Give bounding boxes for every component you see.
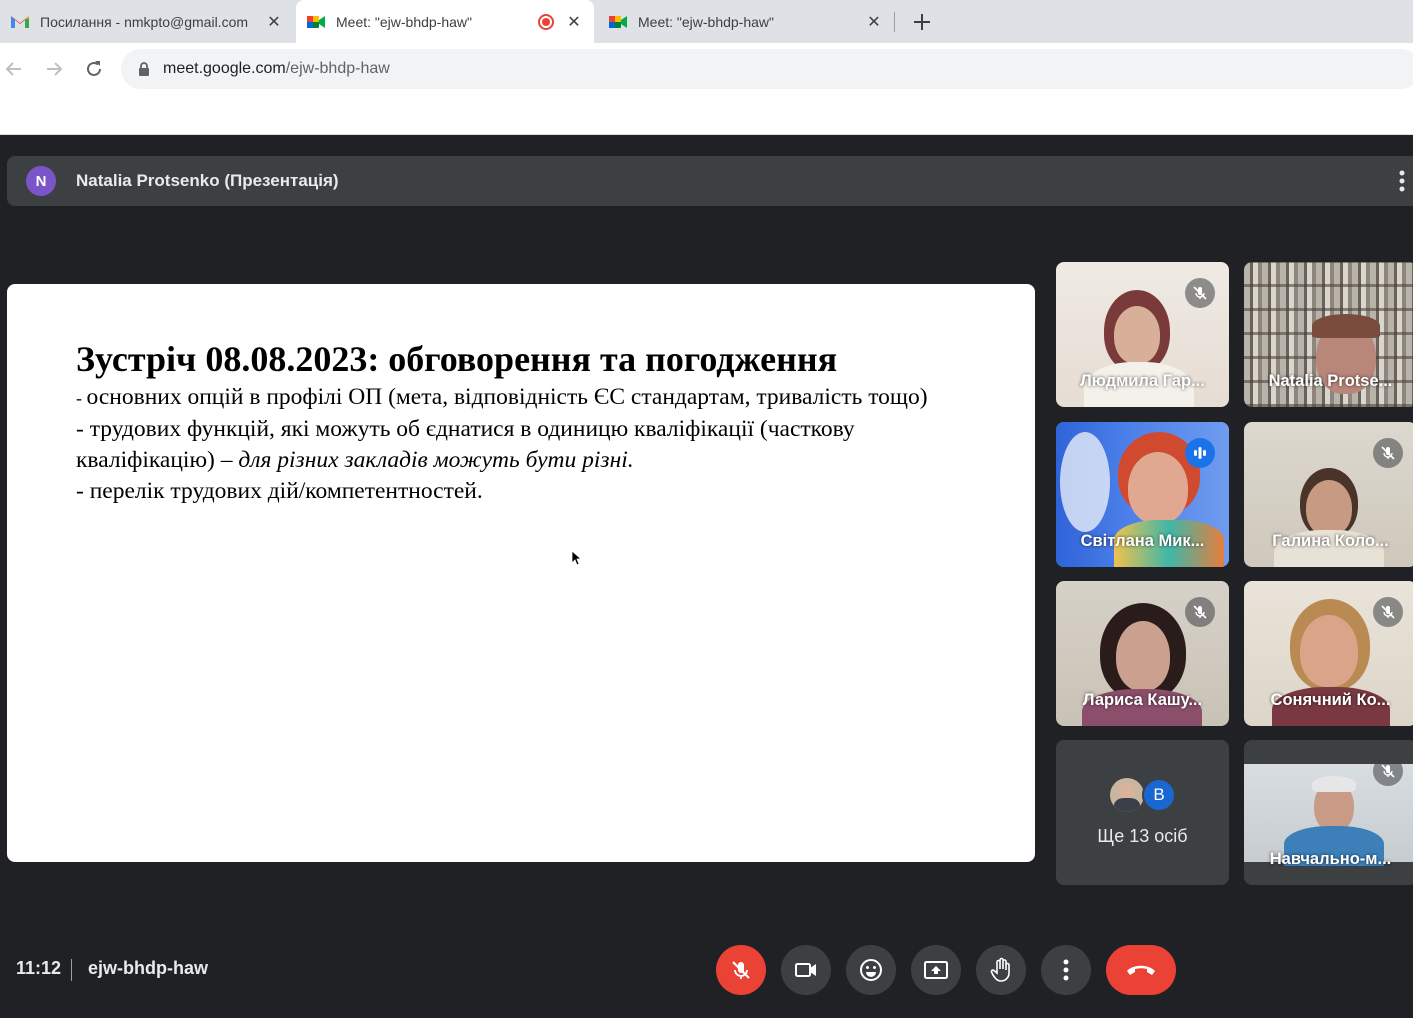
avatar: B [1142, 778, 1176, 812]
present-screen-button[interactable] [911, 945, 961, 995]
address-bar[interactable]: meet.google.com/ejw-bhdp-haw [121, 49, 1413, 89]
participant-name: Галина Коло... [1272, 532, 1389, 550]
reload-button[interactable] [80, 55, 108, 83]
gmail-icon [10, 14, 30, 30]
mic-off-icon [1373, 756, 1403, 786]
more-vert-icon [1063, 959, 1069, 981]
speaking-indicator-icon [1185, 438, 1215, 468]
reactions-button[interactable] [846, 945, 896, 995]
tab-title: Meet: "ejw-bhdp-haw" [638, 13, 775, 30]
mouse-cursor-icon [571, 550, 583, 571]
lock-icon [139, 62, 149, 76]
reload-icon [87, 61, 101, 76]
more-participants-label: Ще 13 осіб [1097, 826, 1188, 846]
meet-icon [608, 14, 628, 30]
new-tab-button[interactable] [908, 8, 936, 36]
participant-name: Світлана Мик... [1080, 532, 1205, 550]
avatar-stack: B [1110, 778, 1180, 812]
present-icon [924, 961, 948, 979]
participant-name: Людмила Гар... [1080, 372, 1205, 390]
participant-name: Natalia Protse... [1268, 372, 1393, 390]
page-top-strip [0, 95, 1413, 135]
tab-meet[interactable]: Meet: "ejw-bhdp-haw" ✕ [598, 0, 894, 43]
participant-tile[interactable]: Галина Коло... [1244, 422, 1413, 567]
close-icon[interactable]: ✕ [864, 12, 884, 32]
browser-toolbar: meet.google.com/ejw-bhdp-haw [0, 43, 1413, 95]
url-text: meet.google.com/ejw-bhdp-haw [163, 60, 390, 77]
participant-name: Навчально-м... [1269, 850, 1392, 868]
tab-title: Посилання - nmkpto@gmail.com [40, 13, 249, 30]
participant-tile[interactable]: Світлана Мик... [1056, 422, 1229, 567]
toggle-mic-button[interactable] [716, 945, 766, 995]
meeting-time: 11:12 [16, 958, 62, 978]
slide-line: - основних опцій в профілі ОП (мета, від… [76, 384, 928, 410]
participant-name: Лариса Кашу... [1082, 691, 1203, 709]
participant-tile[interactable]: Лариса Кашу... [1056, 581, 1229, 726]
hand-icon [990, 957, 1010, 982]
close-icon[interactable]: ✕ [264, 12, 284, 32]
slide-line: - трудових функцій, які можуть об єднати… [76, 416, 855, 473]
slide-title: Зустріч 08.08.2023: обговорення та погод… [76, 339, 838, 379]
raise-hand-button[interactable] [976, 945, 1026, 995]
presenter-name: Natalia Protsenko (Презентація) [76, 171, 339, 190]
back-button[interactable] [0, 55, 28, 83]
hang-up-icon [1127, 965, 1155, 975]
mic-off-icon [1185, 278, 1215, 308]
participant-tile[interactable]: Навчально-м... [1244, 740, 1413, 885]
camera-icon [795, 963, 816, 977]
more-options-icon[interactable] [1399, 169, 1405, 198]
forward-button[interactable] [40, 55, 68, 83]
tab-meet-active[interactable]: Meet: "ejw-bhdp-haw" ✕ [296, 0, 594, 43]
presentation-slide: Зустріч 08.08.2023: обговорення та погод… [7, 284, 1035, 862]
more-participants-tile[interactable]: B Ще 13 осіб [1056, 740, 1229, 885]
participant-name: Сонячний Ко... [1270, 691, 1391, 709]
mic-off-icon [1373, 438, 1403, 468]
presenter-bar: N Natalia Protsenko (Презентація) [7, 156, 1413, 206]
mic-off-icon [732, 961, 750, 979]
tab-title: Meet: "ejw-bhdp-haw" [336, 13, 473, 30]
meet-icon [306, 14, 326, 30]
mic-off-icon [1373, 597, 1403, 627]
divider [71, 959, 72, 981]
tab-separator [894, 12, 895, 32]
toggle-camera-button[interactable] [781, 945, 831, 995]
slide-line: - перелік трудових дій/компетентностей. [76, 478, 483, 504]
mic-off-icon [1185, 597, 1215, 627]
participant-tile[interactable]: Сонячний Ко... [1244, 581, 1413, 726]
avatar: N [26, 166, 56, 196]
browser-tab-strip: Посилання - nmkpto@gmail.com ✕ Meet: "ej… [0, 0, 1413, 43]
close-icon[interactable]: ✕ [564, 12, 584, 32]
leave-call-button[interactable] [1106, 945, 1176, 995]
avatar [1110, 778, 1144, 812]
slide-body: - основних опцій в профілі ОП (мета, від… [76, 382, 976, 507]
emoji-icon [860, 959, 882, 981]
participant-tile[interactable]: Людмила Гар... [1056, 262, 1229, 407]
recording-icon [538, 13, 554, 30]
meeting-code: ejw-bhdp-haw [88, 958, 208, 978]
arrow-right-icon [47, 62, 63, 76]
more-options-button[interactable] [1041, 945, 1091, 995]
plus-icon [914, 14, 930, 30]
tab-gmail[interactable]: Посилання - nmkpto@gmail.com ✕ [0, 0, 294, 43]
participant-tile[interactable]: Natalia Protse... [1244, 262, 1413, 407]
arrow-left-icon [5, 62, 21, 76]
